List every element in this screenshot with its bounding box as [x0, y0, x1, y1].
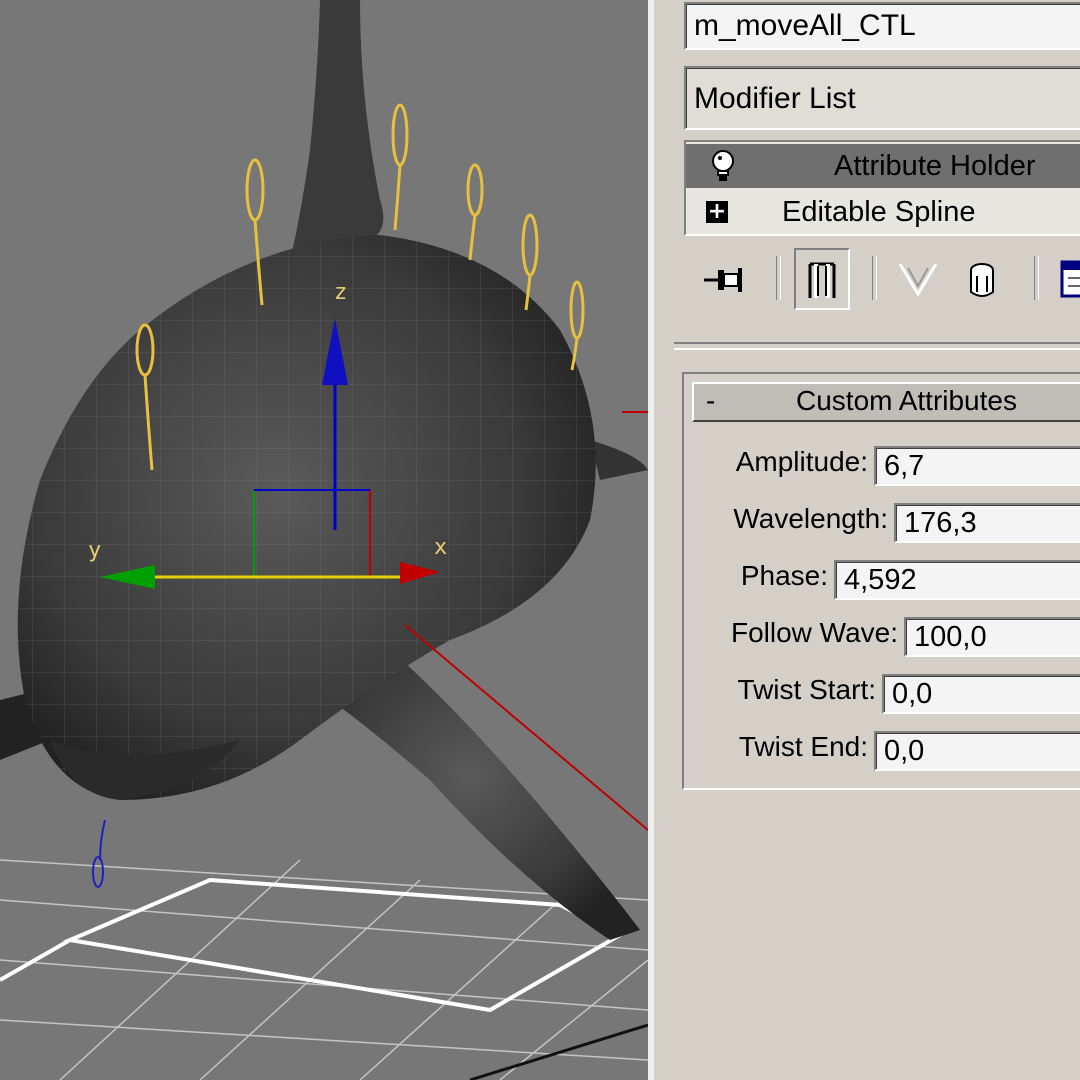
modifier-stack-toolbar: [684, 248, 1080, 314]
amplitude-spinner-field[interactable]: 6,7: [874, 446, 1080, 486]
shark-dorsal-fin: [290, 0, 384, 260]
make-unique-icon: [898, 263, 938, 297]
toolbar-separator: [872, 256, 877, 300]
stack-item-label: Attribute Holder: [834, 150, 1036, 182]
selection-box: [62, 877, 625, 1013]
phase-spinner-field[interactable]: 4,592: [834, 560, 1080, 600]
3d-viewport[interactable]: z y x: [0, 0, 648, 1080]
follow-wave-label: Follow Wave:: [730, 617, 898, 648]
lightbulb-icon[interactable]: [708, 148, 738, 184]
show-end-result-icon: [808, 262, 836, 298]
make-unique-button[interactable]: [890, 248, 946, 310]
custom-attributes-rollout: - Custom Attributes Amplitude: 6,7 Wavel…: [682, 372, 1080, 790]
configure-modifier-sets-icon: [1060, 260, 1080, 298]
twist-end-label: Twist End:: [738, 731, 868, 762]
follow-wave-spinner-field[interactable]: 100,0: [904, 617, 1080, 657]
remove-modifier-button[interactable]: [954, 248, 1010, 310]
rollout-header[interactable]: - Custom Attributes: [692, 382, 1080, 422]
z-axis-label: z: [334, 280, 348, 305]
x-axis-label: x: [434, 535, 448, 560]
pin-stack-button[interactable]: [696, 248, 752, 310]
amplitude-label: Amplitude:: [735, 446, 868, 477]
rollout-title: Custom Attributes: [796, 385, 1017, 416]
expand-plus-icon[interactable]: +: [706, 201, 728, 223]
modifier-stack: Attribute Holder + Editable Spline: [684, 140, 1080, 236]
object-name-field[interactable]: m_moveAll_CTL: [684, 2, 1080, 50]
toolbar-separator: [776, 256, 781, 300]
collapse-rollout-toggle[interactable]: -: [706, 384, 715, 418]
stack-item-editable-spline[interactable]: + Editable Spline: [686, 190, 1080, 234]
y-axis-label: y: [88, 538, 102, 563]
panel-divider: [674, 342, 1080, 350]
modify-command-panel: m_moveAll_CTL Modifier List Attribute Ho…: [648, 0, 1080, 1080]
wavelength-spinner-field[interactable]: 176,3: [894, 503, 1080, 543]
twist-start-label: Twist Start:: [737, 674, 876, 705]
blue-control-curve: [92, 819, 106, 888]
stack-item-attribute-holder[interactable]: Attribute Holder: [686, 144, 1080, 188]
wavelength-label: Wavelength:: [733, 503, 888, 534]
twist-end-spinner-field[interactable]: 0,0: [874, 731, 1080, 771]
pin-stack-icon: [704, 268, 742, 292]
modifier-list-dropdown[interactable]: Modifier List: [684, 66, 1080, 130]
remove-modifier-icon: [970, 263, 994, 297]
toolbar-separator: [1034, 256, 1039, 300]
configure-modifier-sets-button[interactable]: [1054, 248, 1080, 310]
stack-item-label: Editable Spline: [782, 196, 976, 228]
show-end-result-button[interactable]: [794, 248, 850, 310]
twist-start-spinner-field[interactable]: 0,0: [882, 674, 1080, 714]
phase-label: Phase:: [740, 560, 828, 591]
